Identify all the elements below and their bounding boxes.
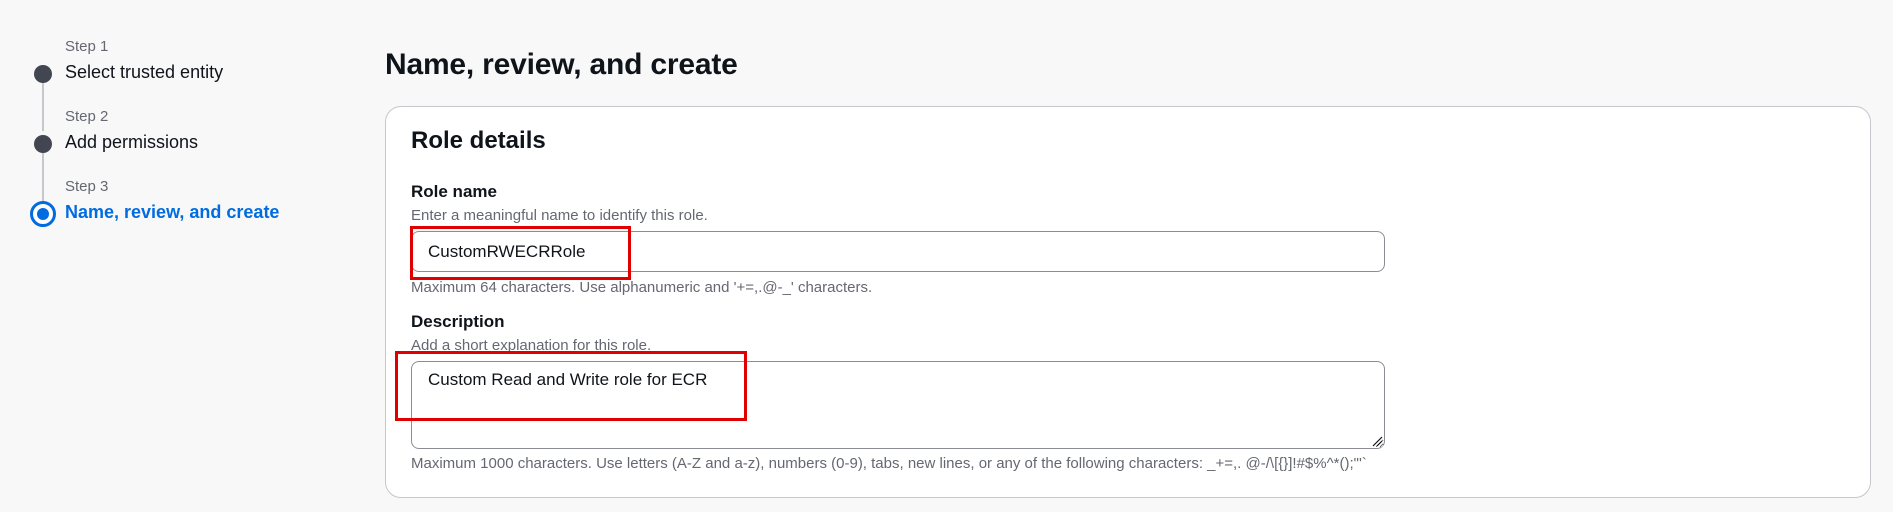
wizard-stepper: Step 1 Select trusted entity Step 2 Add … [30, 38, 330, 248]
description-constraint: Maximum 1000 characters. Use letters (A-… [411, 455, 1367, 472]
step-caption: Step 3 [65, 178, 109, 195]
step-title-add-permissions[interactable]: Add permissions [65, 130, 330, 154]
role-name-input[interactable] [411, 231, 1385, 272]
description-hint: Add a short explanation for this role. [411, 337, 652, 354]
step-active-dot-icon [30, 201, 56, 227]
role-details-heading: Role details [411, 127, 546, 154]
step-title-name-review-create: Name, review, and create [65, 202, 280, 222]
role-name-constraint: Maximum 64 characters. Use alphanumeric … [411, 279, 873, 296]
step-caption: Step 1 [65, 38, 109, 55]
step-completed-dot-icon [34, 135, 52, 153]
step-caption: Step 2 [65, 108, 109, 125]
step-title-select-trusted-entity[interactable]: Select trusted entity [65, 60, 330, 84]
role-details-container: Role details Role name Enter a meaningfu… [385, 106, 1871, 498]
role-name-label: Role name [411, 182, 497, 201]
description-textarea[interactable]: Custom Read and Write role for ECR [411, 361, 1385, 449]
step-completed-dot-icon [34, 65, 52, 83]
step-3: Step 3 Name, review, and create [30, 178, 330, 248]
step-2[interactable]: Step 2 Add permissions [30, 108, 330, 201]
step-1[interactable]: Step 1 Select trusted entity [30, 38, 330, 131]
role-name-description: Enter a meaningful name to identify this… [411, 207, 708, 224]
description-label: Description [411, 312, 505, 331]
iam-create-role-page: Step 1 Select trusted entity Step 2 Add … [0, 0, 1893, 512]
page-title: Name, review, and create [385, 48, 738, 81]
